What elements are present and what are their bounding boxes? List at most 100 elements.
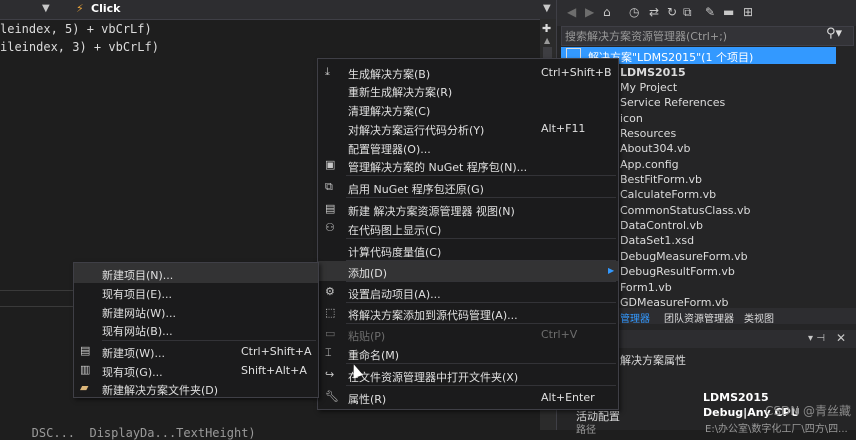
menu-item-label: 在代码图上显示(C) <box>348 224 442 237</box>
menu-item-label: 现有网站(B)... <box>102 325 173 338</box>
wrench-icon: 🔧︎ <box>325 390 339 403</box>
paste-icon: ▭ <box>325 327 336 340</box>
tree-item[interactable]: CalculateForm.vb <box>620 188 716 201</box>
tree-item[interactable]: Form1.vb <box>620 281 672 294</box>
tree-item[interactable]: BestFitForm.vb <box>620 173 702 186</box>
menu-item-set-startup-projects[interactable]: ⚙ 设置启动项目(A)... <box>318 282 618 302</box>
add-submenu: 新建项目(N)... 现有项目(E)... 新建网站(W)... 现有网站(B)… <box>73 262 319 398</box>
menu-item-new-project[interactable]: 新建项目(N)... <box>74 263 318 283</box>
properties-wrench-icon[interactable]: ✎ <box>705 5 715 19</box>
property-value[interactable]: LDMS2015 <box>703 391 769 404</box>
sync-icon[interactable]: ⇄ <box>649 5 659 19</box>
chevron-down-icon[interactable]: ▼ <box>42 3 50 14</box>
refresh-icon[interactable]: ↻ <box>667 5 677 19</box>
menu-item-label: 重命名(M) <box>348 349 400 362</box>
menu-item-shortcut: Ctrl+Shift+B <box>541 66 612 79</box>
menu-item-paste[interactable]: ▭ 粘贴(P) Ctrl+V <box>318 324 618 344</box>
code-line: leindex, 5) + vbCrLf) <box>0 22 152 36</box>
tree-item[interactable]: About304.vb <box>620 142 691 155</box>
event-bolt-icon: ⚡ <box>76 2 84 15</box>
menu-item-manage-nuget[interactable]: ▣ 管理解决方案的 NuGet 程序包(N)... <box>318 155 618 175</box>
menu-item-label: 设置启动项目(A)... <box>348 288 441 301</box>
menu-item-rebuild-solution[interactable]: 重新生成解决方案(R) <box>318 80 618 100</box>
menu-item-enable-nuget-restore[interactable]: ⧉ 启用 NuGet 程序包还原(G) <box>318 177 618 197</box>
tree-item[interactable]: DataSet1.xsd <box>620 234 694 247</box>
menu-item-build-solution[interactable]: ⤓ 生成解决方案(B) Ctrl+Shift+B <box>318 62 618 82</box>
submenu-arrow-icon: ▶ <box>608 266 615 275</box>
rename-icon: ⌶ <box>325 346 332 359</box>
menu-item-calculate-code-metrics[interactable]: 计算代码度量值(C) <box>318 240 618 260</box>
menu-item-shortcut: Shift+Alt+A <box>241 364 307 377</box>
menu-item-new-website[interactable]: 新建网站(W)... <box>74 301 318 321</box>
properties-title: 解决方案属性 <box>620 354 686 367</box>
tree-item[interactable]: CommonStatusClass.vb <box>620 204 751 217</box>
search-placeholder: 搜索解决方案资源管理器(Ctrl+;) <box>565 30 728 43</box>
gear-icon: ⚙ <box>325 285 335 298</box>
code-line: DSC... DisplayDa...TextHeight) <box>10 426 256 440</box>
restore-icon: ⧉ <box>325 180 333 193</box>
menu-item-label: 启用 NuGet 程序包还原(G) <box>348 183 484 196</box>
tree-item[interactable]: My Project <box>620 81 677 94</box>
menu-item-rename[interactable]: ⌶ 重命名(M) <box>318 343 618 363</box>
menu-item-shortcut: Alt+Enter <box>541 391 595 404</box>
menu-separator <box>346 238 616 239</box>
menu-item-new-solution-folder[interactable]: ▰ 新建解决方案文件夹(D) <box>74 378 318 398</box>
back-icon[interactable]: ◀ <box>567 5 576 19</box>
menu-item-existing-project[interactable]: 现有项目(E)... <box>74 282 318 302</box>
menu-item-properties[interactable]: 🔧︎ 属性(R) Alt+Enter <box>318 387 618 407</box>
menu-separator <box>346 363 616 364</box>
method-dropdown[interactable]: Click <box>91 2 120 15</box>
menu-item-label: 清理解决方案(C) <box>348 105 431 118</box>
tree-item[interactable]: DebugResultForm.vb <box>620 265 735 278</box>
menu-separator <box>346 385 616 386</box>
menu-item-new-explorer-view[interactable]: ▤ 新建 解决方案资源管理器 视图(N) <box>318 199 618 219</box>
menu-item-label: 对解决方案运行代码分析(Y) <box>348 124 485 137</box>
menu-item-existing-item[interactable]: ▥ 现有项(G)... Shift+Alt+A <box>74 360 318 380</box>
menu-item-clean-solution[interactable]: 清理解决方案(C) <box>318 99 618 119</box>
search-icon[interactable]: ⚲▾ <box>826 26 842 41</box>
source-control-icon: ⬚ <box>325 306 336 319</box>
menu-item-show-on-code-map[interactable]: ⚇ 在代码图上显示(C) <box>318 218 618 238</box>
nuget-icon: ▣ <box>325 158 336 171</box>
menu-item-existing-website[interactable]: 现有网站(B)... <box>74 319 318 339</box>
tab-team-explorer[interactable]: 团队资源管理器 <box>664 310 734 325</box>
menu-item-label: 在文件资源管理器中打开文件夹(X) <box>348 371 519 384</box>
open-folder-icon: ↪ <box>325 368 335 381</box>
home-icon[interactable]: ⌂ <box>603 5 611 19</box>
collapse-all-icon[interactable]: ⧉ <box>683 5 692 20</box>
menu-item-label: 粘贴(P) <box>348 330 386 343</box>
solution-context-menu: ⤓ 生成解决方案(B) Ctrl+Shift+B 重新生成解决方案(R) 清理解… <box>317 58 619 410</box>
tree-item[interactable]: icon <box>620 112 643 125</box>
tree-item[interactable]: Resources <box>620 127 676 140</box>
menu-item-shortcut: Alt+F11 <box>541 122 586 135</box>
forward-icon[interactable]: ▶ <box>585 5 594 19</box>
menu-item-new-item[interactable]: ▤ 新建项(W)... Ctrl+Shift+A <box>74 341 318 361</box>
pin-icon[interactable]: ▾ ⊣ <box>808 333 825 344</box>
tab-class-view[interactable]: 类视图 <box>744 310 774 325</box>
menu-item-run-code-analysis[interactable]: 对解决方案运行代码分析(Y) Alt+F11 <box>318 118 618 138</box>
menu-item-add[interactable]: 添加(D) ▶ <box>318 261 618 281</box>
tree-item[interactable]: DebugMeasureForm.vb <box>620 250 748 263</box>
watermark: CSDN @青丝藏 <box>765 404 852 418</box>
class-diagram-icon[interactable]: ⊞ <box>743 5 753 19</box>
menu-item-shortcut: Ctrl+Shift+A <box>241 345 312 358</box>
menu-item-label: 新建项(W)... <box>102 347 165 360</box>
menu-item-add-to-source-control[interactable]: ⬚ 将解决方案添加到源代码管理(A)... <box>318 303 618 323</box>
chevron-down-icon[interactable]: ▼ <box>543 3 551 14</box>
tree-item[interactable]: DataControl.vb <box>620 219 703 232</box>
history-icon[interactable]: ◷ <box>629 5 639 19</box>
property-value[interactable]: E:\办公室\数字化工厂\四方\四... <box>705 420 848 435</box>
close-icon[interactable]: ✕ <box>836 331 846 345</box>
show-all-files-icon[interactable]: ▬ <box>723 5 734 19</box>
menu-item-label: 将解决方案添加到源代码管理(A)... <box>348 309 518 322</box>
tree-item[interactable]: App.config <box>620 158 679 171</box>
menu-item-label: 新建 解决方案资源管理器 视图(N) <box>348 205 515 218</box>
menu-item-configuration-manager[interactable]: 配置管理器(O)... <box>318 137 618 157</box>
tree-item[interactable]: Service References <box>620 96 725 109</box>
split-window-icon[interactable]: ✚ <box>542 22 551 35</box>
scroll-up-icon[interactable]: ▲ <box>544 36 550 45</box>
menu-item-label: 添加(D) <box>348 267 388 280</box>
tab-solution-explorer[interactable]: 管理器 <box>620 310 650 325</box>
menu-item-open-in-file-explorer[interactable]: ↪ 在文件资源管理器中打开文件夹(X) <box>318 365 618 385</box>
project-node[interactable]: LDMS2015 <box>620 66 686 79</box>
